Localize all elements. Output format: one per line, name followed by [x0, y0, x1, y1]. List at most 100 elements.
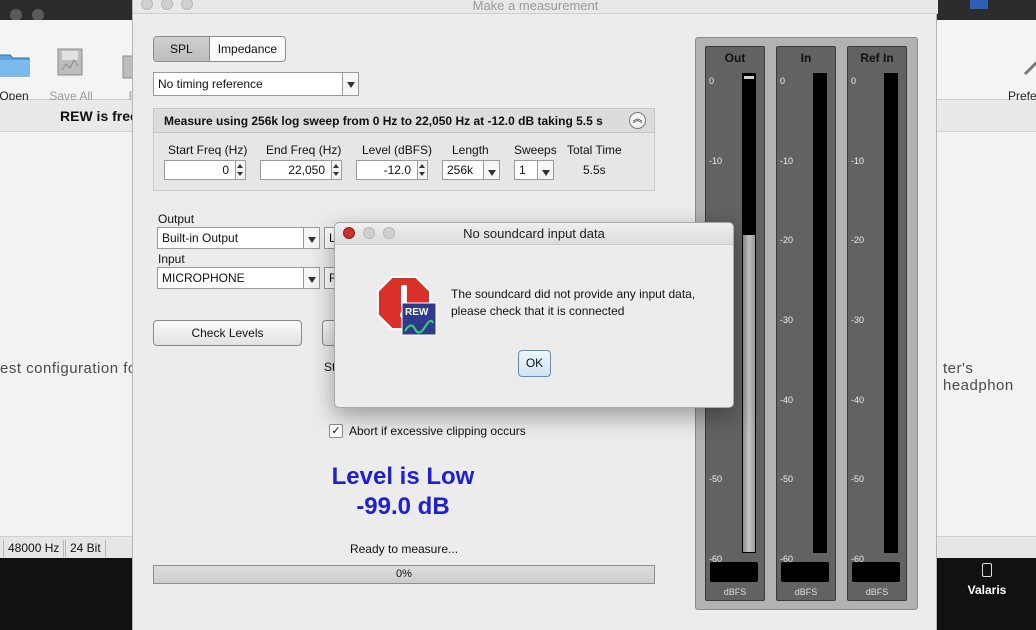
meter-scale-tick: -10: [851, 155, 865, 166]
end-freq-field[interactable]: 22,050: [260, 160, 342, 180]
level-label: Level (dBFS): [362, 143, 433, 157]
abort-clipping-label: Abort if excessive clipping occurs: [349, 424, 526, 438]
zoom-button[interactable]: [383, 227, 395, 239]
output-device-value: Built-in Output: [162, 231, 239, 245]
meter-scale-tick: 0: [780, 76, 786, 86]
meter-scale-tick: -10: [780, 155, 794, 166]
meter-out-readout: [710, 562, 758, 582]
phone-icon: [982, 563, 992, 577]
meter-scale-tick: -50: [851, 474, 865, 485]
mode-selector: SPL Impedance: [153, 36, 287, 62]
timing-reference-select[interactable]: No timing reference: [153, 72, 359, 96]
chevron-down-icon: [303, 268, 319, 288]
ok-button[interactable]: OK: [518, 350, 551, 377]
meter-in-unit: dBFS: [794, 587, 818, 597]
meter-out-title: Out: [724, 51, 746, 65]
level-value: -12.0: [383, 163, 411, 177]
sweeps-label: Sweeps: [514, 143, 557, 157]
meter-scale-tick: -50: [709, 474, 723, 485]
input-label: Input: [158, 252, 185, 266]
total-time-value: 5.5s: [583, 163, 606, 177]
open-button[interactable]: Open: [0, 46, 44, 103]
level-db-readout: -99.0 dB: [356, 493, 450, 520]
check-levels-button[interactable]: Check Levels: [153, 320, 302, 346]
end-freq-value: 22,050: [288, 163, 325, 177]
sweeps-select[interactable]: 1: [514, 160, 554, 180]
length-label: Length: [452, 143, 489, 157]
meter-scale-tick: -10: [709, 155, 723, 166]
progress-label: 0%: [396, 568, 412, 580]
level-field[interactable]: -12.0: [356, 160, 428, 180]
stepper-icon[interactable]: [331, 161, 341, 179]
input-device-select[interactable]: MICROPHONE: [157, 267, 320, 289]
meter-scale-tick: -30: [851, 315, 865, 325]
folder-icon: [0, 54, 30, 77]
start-freq-label: Start Freq (Hz): [168, 143, 248, 157]
stepper-icon[interactable]: [417, 161, 427, 179]
zoom-button[interactable]: [181, 0, 193, 10]
stepper-icon[interactable]: [235, 161, 245, 179]
meter-out-track: [742, 73, 756, 553]
close-button[interactable]: [343, 227, 355, 239]
save-all-button[interactable]: Save All: [41, 46, 101, 103]
level-status: Level is Low: [331, 463, 475, 490]
status-sample-rate: 48000 Hz: [3, 540, 65, 557]
meter-scale-tick: 0: [709, 76, 715, 86]
banner-text: REW is free: [60, 108, 138, 124]
measurement-dialog-titlebar: Make a measurement: [133, 0, 938, 14]
meter-ref-in-readout: [852, 562, 900, 582]
dock-device-label: Valaris: [967, 583, 1007, 597]
minimize-button[interactable]: [363, 227, 375, 239]
dock-device[interactable]: Valaris: [956, 563, 1018, 597]
close-button[interactable]: [141, 0, 153, 10]
no-input-alert: No soundcard input data REW The soundcar…: [334, 222, 734, 408]
meter-in-title: In: [800, 51, 812, 65]
chevron-down-icon: [303, 228, 319, 248]
background-text-left: est configuration fo: [0, 360, 137, 377]
start-freq-field[interactable]: 0: [164, 160, 246, 180]
meter-in-readout: [781, 562, 829, 582]
output-device-select[interactable]: Built-in Output: [157, 227, 320, 249]
chevron-down-icon: [483, 161, 499, 179]
tab-impedance[interactable]: Impedance: [209, 37, 286, 61]
meter-scale-tick: -60: [851, 554, 865, 564]
preferences-button[interactable]: Prefe: [1000, 46, 1036, 103]
sweeps-value: 1: [519, 163, 526, 177]
ready-status: Ready to measure...: [349, 542, 459, 556]
meter-scale-tick: -20: [851, 235, 865, 246]
meter-scale-tick: 0: [851, 76, 857, 86]
meter-out-fill: [743, 235, 755, 552]
meter-ref-in: Ref In dBFS 0 -10 -20 -30 -40 -50 -60: [847, 46, 907, 601]
status-icon: [970, 0, 988, 9]
tab-spl[interactable]: SPL: [154, 37, 210, 61]
meter-scale-tick: -50: [780, 474, 794, 485]
minimize-button[interactable]: [161, 0, 173, 10]
measurement-dialog-title: Make a measurement: [472, 0, 599, 13]
status-bit-depth: 24 Bit: [65, 540, 106, 557]
meter-ref-in-unit: dBFS: [865, 587, 889, 597]
end-freq-label: End Freq (Hz): [266, 143, 342, 157]
collapse-icon[interactable]: ︽: [629, 112, 646, 129]
abort-clipping-checkbox[interactable]: ✓: [329, 424, 343, 438]
alert-title: No soundcard input data: [463, 226, 605, 241]
total-time-label: Total Time: [567, 143, 622, 157]
background-text-right: ter's headphon: [943, 360, 1014, 394]
input-device-value: MICROPHONE: [162, 271, 245, 285]
meter-scale-tick: -30: [780, 315, 794, 325]
meter-scale-tick: -20: [780, 235, 794, 246]
length-select[interactable]: 256k: [442, 160, 500, 180]
chevron-down-icon: [537, 161, 553, 179]
meter-scale-tick: -40: [851, 394, 865, 405]
length-value: 256k: [447, 163, 474, 177]
alert-message-line2: please check that it is connected: [451, 304, 625, 318]
meter-scale-tick: -40: [780, 394, 794, 405]
sweep-summary: Measure using 256k log sweep from 0 Hz t…: [164, 114, 603, 128]
meter-out-peak: [744, 76, 754, 79]
save-all-icon: [57, 48, 83, 76]
timing-reference-value: No timing reference: [158, 77, 263, 91]
wrench-icon: [1023, 60, 1036, 76]
meter-scale-tick: -60: [780, 554, 794, 564]
alert-message-line1: The soundcard did not provide any input …: [451, 287, 696, 301]
meter-ref-in-track: [884, 73, 898, 553]
chevron-down-icon: [342, 73, 358, 95]
